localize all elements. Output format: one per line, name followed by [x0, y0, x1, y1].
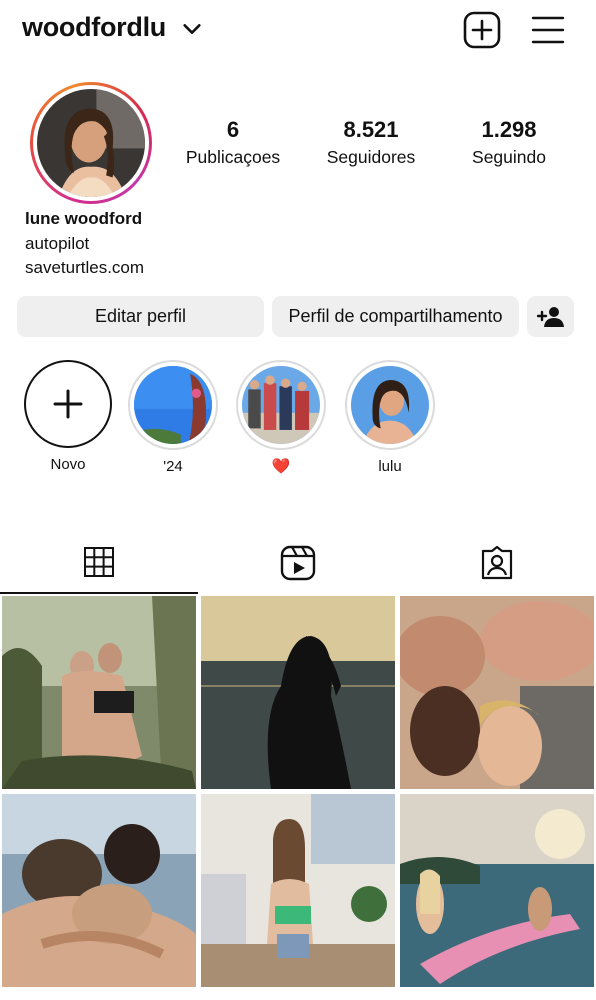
highlight-cover [134, 366, 212, 444]
post-thumbnail[interactable] [2, 596, 196, 789]
profile-avatar[interactable] [30, 82, 152, 204]
posts-count: 6 [226, 117, 240, 142]
discover-people-button[interactable] [527, 296, 574, 337]
menu-icon[interactable] [530, 14, 566, 46]
post-thumbnail[interactable] [201, 596, 395, 789]
edit-profile-button[interactable]: Editar perfil [17, 296, 264, 337]
highlight-item[interactable]: '24 [127, 360, 219, 476]
posts-label: Publicaçoes [185, 147, 281, 167]
highlight-label: Novo [50, 456, 86, 473]
tab-reels[interactable] [198, 532, 398, 594]
highlight-label: '24 [163, 458, 183, 475]
add-post-icon[interactable] [463, 11, 501, 49]
grid-icon [83, 546, 115, 578]
tab-tagged[interactable] [398, 532, 596, 594]
followers-label: Seguidores [326, 147, 416, 167]
highlight-label: ❤️ [271, 458, 291, 475]
profile-tabs [0, 532, 596, 594]
highlight-cover [351, 366, 429, 444]
post-thumbnail[interactable] [400, 596, 594, 789]
post-thumbnail[interactable] [400, 794, 594, 987]
bio-text: autopilot [25, 233, 90, 253]
followers-stat[interactable]: 8.521 Seguidores [306, 116, 436, 170]
profile-username[interactable]: woodfordlu [22, 12, 166, 43]
post-thumbnail[interactable] [2, 794, 196, 987]
tab-grid[interactable] [0, 532, 198, 594]
posts-stat[interactable]: 6 Publicaçoes [168, 116, 298, 170]
post-thumbnail[interactable] [201, 794, 395, 987]
top-bar: woodfordlu [0, 0, 596, 60]
highlight-item[interactable]: ❤️ [235, 360, 327, 476]
highlight-cover [242, 366, 320, 444]
following-label: Seguindo [472, 147, 546, 167]
share-profile-button[interactable]: Perfil de compartilhamento [272, 296, 519, 337]
highlight-label: lulu [378, 458, 402, 475]
followers-count: 8.521 [343, 117, 399, 142]
following-count: 1.298 [481, 117, 537, 142]
avatar-photo [37, 89, 145, 197]
highlight-item[interactable]: lulu [344, 360, 436, 476]
plus-icon [53, 389, 83, 419]
reels-icon [280, 545, 316, 581]
highlight-new[interactable]: Novo [22, 360, 114, 474]
profile-bio: lune woodford autopilot saveturtles.com [25, 207, 144, 281]
bio-link[interactable]: saveturtles.com [25, 256, 144, 281]
display-name: lune woodford [25, 209, 143, 228]
add-user-icon [536, 306, 565, 328]
following-stat[interactable]: 1.298 Seguindo [444, 116, 574, 170]
chevron-down-icon[interactable] [181, 18, 203, 40]
tagged-icon [480, 545, 514, 580]
